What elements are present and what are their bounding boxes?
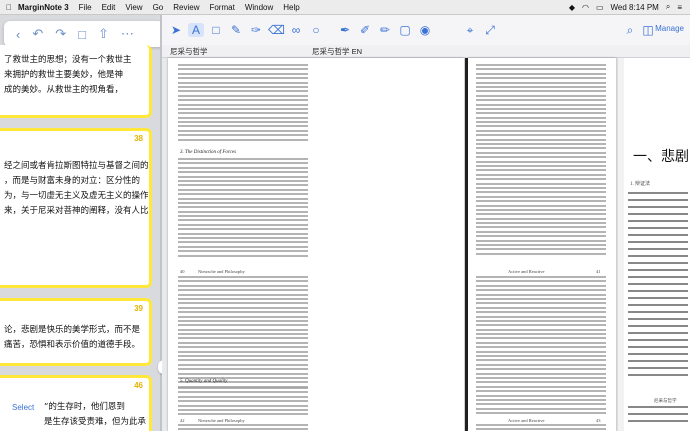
sidebar-toggle-icon[interactable]: ◫ <box>640 23 656 37</box>
page-number: 43 <box>596 418 601 423</box>
card-line: 经之间或者肯拉斯图特拉与基督之间的 <box>4 161 149 171</box>
lasso-icon[interactable]: ∞ <box>288 23 304 37</box>
more-icon[interactable]: ⋯ <box>121 26 134 42</box>
document-area: ➤ A □ ✎ ✑ ⌫ ∞ ○ ✒ ✐ ✏ ▢ ◉ ⌖ ⤢ ⌕ ◫ Manage… <box>162 15 690 431</box>
note-icon[interactable]: □ <box>78 27 86 42</box>
card-line: 来，关于尼采对菩神的阐释，没有人比 <box>4 206 149 216</box>
paragraph-block <box>476 276 606 417</box>
document-toolbar: ➤ A □ ✎ ✑ ⌫ ∞ ○ ✒ ✐ ✏ ▢ ◉ ⌖ ⤢ ⌕ ◫ Manage <box>162 15 690 46</box>
eraser-icon[interactable]: ⌫ <box>268 23 285 37</box>
select-button[interactable]: Select <box>12 403 34 412</box>
card-line: ”的生存时，他们恩到 <box>44 402 125 412</box>
menu-review[interactable]: Review <box>173 3 199 12</box>
card-line: 为，与一切虚无主义及虚无主义的操作 <box>4 191 149 201</box>
paragraph-block <box>178 64 308 143</box>
highlighter-icon[interactable]: ✑ <box>248 23 264 37</box>
card-line: 来拥护的救世主要美妙，他是神 <box>4 70 124 80</box>
page-footer-text <box>176 60 177 65</box>
paragraph-block <box>178 158 308 259</box>
menu-format[interactable]: Format <box>209 3 234 12</box>
pdf-page-right[interactable]: Active and Reactive 41 Active and Reacti… <box>468 58 616 431</box>
search-doc-icon[interactable]: ⌕ <box>622 23 638 37</box>
card-line: 论，悲剧是快乐的美学形式，而不是 <box>4 325 141 335</box>
text-select-icon[interactable]: A <box>188 23 204 37</box>
battery-icon[interactable]: ▭ <box>596 3 604 12</box>
pdf-page-chinese[interactable]: 一、悲剧 1. 辩证法 尼采与哲学 <box>624 58 690 431</box>
marker-icon[interactable]: ✏ <box>377 23 393 37</box>
left-toolbar: ‹ ↶ ↷ □ ⇧ ⋯ <box>4 21 160 47</box>
running-head: Nietzsche and Philosophy <box>198 418 245 423</box>
camera-icon[interactable]: ◉ <box>417 23 433 37</box>
paragraph-block <box>628 192 688 381</box>
back-icon[interactable]: ‹ <box>16 27 20 42</box>
undo-icon[interactable]: ↶ <box>32 26 43 42</box>
paragraph-block <box>476 64 606 257</box>
page-number: 41 <box>596 269 601 274</box>
expand-icon[interactable]: ⤢ <box>482 23 498 37</box>
search-icon[interactable]: ⌕ <box>666 2 670 12</box>
card-number: 46 <box>134 381 143 390</box>
card-line: 成的美妙。从救世主的视角看， <box>4 85 124 95</box>
box-select-icon[interactable]: □ <box>208 23 224 37</box>
note-card[interactable]: 38 经之间或者肯拉斯图特拉与基督之间的 ，而是与财富未身的对立：区分性的 为，… <box>0 128 152 288</box>
tab-right-document[interactable]: 尼采与哲学 EN <box>312 46 362 57</box>
menu-help[interactable]: Help <box>283 3 299 12</box>
page-number: 40 <box>180 269 185 274</box>
apple-icon[interactable]:  <box>6 3 12 12</box>
card-line: 痛苦，恐惧和表示价值的道德手段。 <box>4 340 141 350</box>
focus-icon[interactable]: ⌖ <box>462 23 478 37</box>
section-heading: 5. Quantity and Quality <box>180 379 228 384</box>
shape-icon[interactable]: ○ <box>308 23 324 37</box>
running-head: Active and Reactive <box>508 269 545 274</box>
tab-left-document[interactable]: 尼采与哲学 <box>170 46 208 57</box>
wifi-icon[interactable]: ◠ <box>582 3 589 12</box>
running-head: 尼采与哲学 <box>654 398 677 403</box>
pointer-icon[interactable]: ➤ <box>168 23 184 37</box>
app-window: ‹ ↶ ↷ □ ⇧ ⋯ 了救世主的思想；没有一个救世主 来拥护的救世主要美妙，他… <box>0 15 690 431</box>
menu-bar:  MarginNote 3 File Edit View Go Review … <box>0 0 690 15</box>
share-icon[interactable]: ⇧ <box>98 26 109 42</box>
control-center-icon[interactable]: ≡ <box>677 3 682 12</box>
card-number: 39 <box>134 304 143 313</box>
running-head: Nietzsche and Philosophy <box>198 269 245 274</box>
note-card[interactable]: 39 论，悲剧是快乐的美学形式，而不是 痛苦，恐惧和表示价值的道德手段。 <box>0 298 152 366</box>
card-number: 38 <box>134 134 143 143</box>
paragraph-block <box>476 424 606 431</box>
sticky-note-icon[interactable]: ▢ <box>397 23 413 37</box>
card-line: 了救世主的思想；没有一个救世主 <box>4 55 132 65</box>
paragraph-block <box>178 387 308 418</box>
pdf-page-left[interactable]: 3. The Distinction of Forces Nietzsche a… <box>168 58 464 431</box>
pen-icon[interactable]: ✎ <box>228 23 244 37</box>
paragraph-block <box>178 276 308 390</box>
clock[interactable]: Wed 8:14 PM <box>611 3 659 12</box>
menu-view[interactable]: View <box>125 3 142 12</box>
pencil-icon[interactable]: ✐ <box>357 23 373 37</box>
color-pen-icon[interactable]: ✒ <box>337 23 353 37</box>
manage-button[interactable]: Manage <box>655 24 684 33</box>
document-tabs: 尼采与哲学 尼采与哲学 EN <box>162 45 690 58</box>
menu-app-name[interactable]: MarginNote 3 <box>18 3 69 12</box>
note-card[interactable]: 了救世主的思想；没有一个救世主 来拥护的救世主要美妙，他是神 成的美妙。从救世主… <box>0 45 152 118</box>
dropbox-icon[interactable]: ◆ <box>569 3 575 12</box>
page-number: 42 <box>180 418 185 423</box>
card-line: ，而是与财富未身的对立：区分性的 <box>4 176 141 186</box>
section-heading: 1. 辩证法 <box>630 182 651 187</box>
menu-file[interactable]: File <box>79 3 92 12</box>
card-line: 是生存该受责难，但为此承 <box>44 417 147 427</box>
menu-window[interactable]: Window <box>245 3 273 12</box>
section-heading: 3. The Distinction of Forces <box>180 150 237 155</box>
paragraph-block <box>628 406 688 427</box>
outline-panel: ‹ ↶ ↷ □ ⇧ ⋯ 了救世主的思想；没有一个救世主 来拥护的救世主要美妙，他… <box>0 15 160 431</box>
menu-edit[interactable]: Edit <box>102 3 116 12</box>
chapter-heading: 一、悲剧 <box>633 149 689 165</box>
running-head: Active and Reactive <box>508 418 545 423</box>
menu-go[interactable]: Go <box>153 3 164 12</box>
redo-icon[interactable]: ↷ <box>55 26 66 42</box>
paragraph-block <box>178 424 308 431</box>
